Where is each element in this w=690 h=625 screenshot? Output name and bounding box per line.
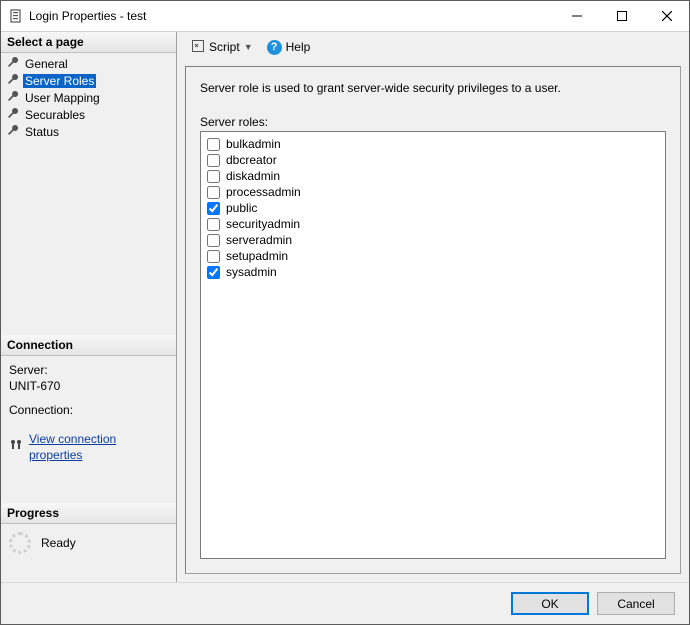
server-value: UNIT-670 — [9, 378, 168, 394]
window-controls — [554, 1, 689, 31]
login-properties-window: Login Properties - test Select a page Ge… — [0, 0, 690, 625]
role-name: public — [226, 201, 257, 215]
server-roles-label: Server roles: — [200, 115, 666, 129]
script-icon — [191, 39, 205, 56]
wrench-icon — [7, 124, 19, 139]
view-connection-properties-link[interactable]: View connection properties — [29, 431, 168, 463]
role-checkbox[interactable] — [207, 250, 220, 263]
role-row[interactable]: sysadmin — [207, 264, 659, 280]
description-text: Server role is used to grant server-wide… — [200, 81, 666, 95]
role-name: processadmin — [226, 185, 301, 199]
role-row[interactable]: processadmin — [207, 184, 659, 200]
role-name: setupadmin — [226, 249, 288, 263]
ok-button[interactable]: OK — [511, 592, 589, 615]
sidebar-page-label: User Mapping — [23, 91, 102, 105]
progress-panel: Ready — [1, 524, 176, 562]
role-name: bulkadmin — [226, 137, 281, 151]
server-roles-listbox[interactable]: bulkadmin dbcreator diskadmin processadmin p… — [200, 131, 666, 559]
help-label: Help — [286, 40, 311, 54]
sidebar-page-label: Server Roles — [23, 74, 96, 88]
sidebar-page-item[interactable]: Status — [3, 123, 174, 140]
connection-heading: Connection — [1, 335, 176, 356]
script-button[interactable]: Script ▼ — [187, 37, 257, 58]
toolbar: Script ▼ ? Help — [177, 32, 689, 62]
sidebar-page-label: Securables — [23, 108, 87, 122]
sidebar-page-label: Status — [23, 125, 61, 139]
role-name: serveradmin — [226, 233, 292, 247]
role-name: sysadmin — [226, 265, 277, 279]
minimize-button[interactable] — [554, 1, 599, 31]
wrench-icon — [7, 90, 19, 105]
dialog-body: Select a page General Server Roles User Ma… — [1, 31, 689, 582]
role-checkbox[interactable] — [207, 266, 220, 279]
help-button[interactable]: ? Help — [263, 38, 315, 57]
role-name: diskadmin — [226, 169, 280, 183]
role-row[interactable]: setupadmin — [207, 248, 659, 264]
progress-status: Ready — [41, 536, 76, 550]
connection-panel: Server: UNIT-670 Connection: View connec… — [1, 356, 176, 473]
titlebar: Login Properties - test — [1, 1, 689, 31]
connection-label: Connection: — [9, 402, 168, 418]
close-button[interactable] — [644, 1, 689, 31]
role-name: securityadmin — [226, 217, 300, 231]
role-checkbox[interactable] — [207, 138, 220, 151]
role-row[interactable]: dbcreator — [207, 152, 659, 168]
help-icon: ? — [267, 40, 282, 55]
script-label: Script — [209, 40, 240, 54]
wrench-icon — [7, 107, 19, 122]
wrench-icon — [7, 56, 19, 71]
app-icon — [9, 9, 23, 23]
role-checkbox[interactable] — [207, 202, 220, 215]
select-page-heading: Select a page — [1, 32, 176, 53]
content-pane: Server role is used to grant server-wide… — [185, 66, 681, 574]
sidebar: Select a page General Server Roles User Ma… — [1, 32, 177, 582]
role-row[interactable]: securityadmin — [207, 216, 659, 232]
role-row[interactable]: bulkadmin — [207, 136, 659, 152]
sidebar-page-item[interactable]: User Mapping — [3, 89, 174, 106]
window-title: Login Properties - test — [29, 9, 554, 23]
chevron-down-icon: ▼ — [244, 42, 253, 52]
progress-spinner-icon — [9, 532, 31, 554]
main-panel: Script ▼ ? Help Server role is used to g… — [177, 32, 689, 582]
role-row[interactable]: public — [207, 200, 659, 216]
sidebar-page-item[interactable]: Server Roles — [3, 72, 174, 89]
sidebar-page-item[interactable]: Securables — [3, 106, 174, 123]
role-checkbox[interactable] — [207, 154, 220, 167]
role-checkbox[interactable] — [207, 218, 220, 231]
role-checkbox[interactable] — [207, 234, 220, 247]
role-checkbox[interactable] — [207, 170, 220, 183]
wrench-icon — [7, 73, 19, 88]
cancel-button[interactable]: Cancel — [597, 592, 675, 615]
server-label: Server: — [9, 362, 168, 378]
page-list: General Server Roles User Mapping Securable… — [1, 53, 176, 142]
sidebar-page-label: General — [23, 57, 70, 71]
progress-heading: Progress — [1, 503, 176, 524]
sidebar-page-item[interactable]: General — [3, 55, 174, 72]
role-row[interactable]: diskadmin — [207, 168, 659, 184]
connection-properties-icon — [9, 438, 23, 456]
maximize-button[interactable] — [599, 1, 644, 31]
role-name: dbcreator — [226, 153, 277, 167]
role-checkbox[interactable] — [207, 186, 220, 199]
dialog-footer: OK Cancel — [1, 582, 689, 624]
role-row[interactable]: serveradmin — [207, 232, 659, 248]
